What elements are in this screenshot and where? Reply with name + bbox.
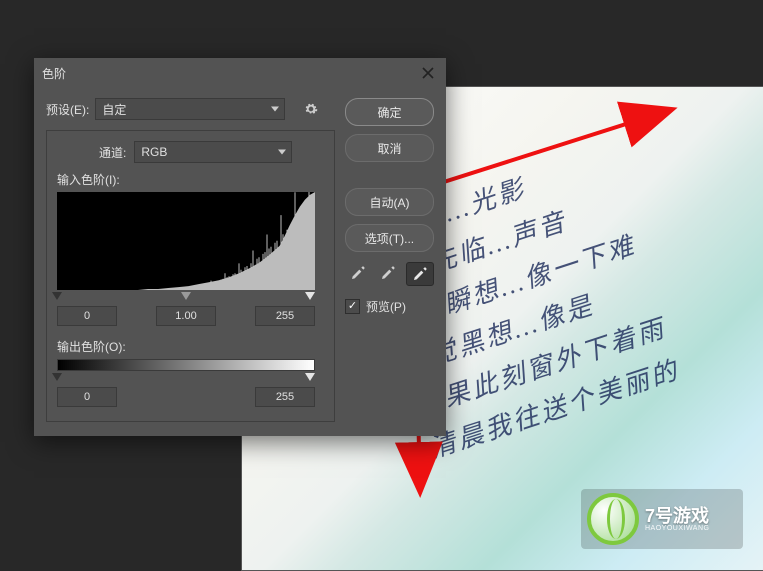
levels-dialog: 色阶 预设(E): 自定 通道: RGB	[34, 58, 446, 436]
black-point-eyedropper[interactable]	[345, 262, 371, 284]
input-black-field[interactable]: 0	[57, 306, 117, 326]
chevron-down-icon	[271, 107, 279, 112]
histogram	[57, 192, 315, 290]
output-white-field[interactable]: 255	[255, 387, 315, 407]
chevron-down-icon	[278, 150, 286, 155]
auto-button[interactable]: 自动(A)	[345, 188, 434, 216]
input-gamma-field[interactable]: 1.00	[156, 306, 216, 326]
input-slider-track[interactable]	[57, 292, 315, 302]
input-levels-label: 输入色阶(I):	[57, 171, 324, 188]
input-gamma-handle[interactable]	[181, 292, 191, 300]
preset-select[interactable]: 自定	[95, 98, 285, 120]
input-white-handle[interactable]	[305, 292, 315, 300]
preview-label: 预览(P)	[366, 298, 406, 315]
cancel-button[interactable]: 取消	[345, 134, 434, 162]
globe-icon	[587, 493, 639, 545]
channel-select[interactable]: RGB	[134, 141, 292, 163]
output-white-handle[interactable]	[305, 373, 315, 381]
output-gradient	[57, 359, 315, 371]
channel-label: 通道:	[99, 144, 126, 161]
watermark: 7号游戏 HAOYOUXIWANG	[581, 489, 743, 549]
gray-point-eyedropper[interactable]	[375, 262, 401, 284]
watermark-cn: 7号游戏	[645, 507, 709, 525]
watermark-py: HAOYOUXIWANG	[645, 525, 709, 532]
options-button[interactable]: 选项(T)...	[345, 224, 434, 252]
white-point-eyedropper[interactable]	[406, 262, 434, 286]
ok-button[interactable]: 确定	[345, 98, 434, 126]
output-black-handle[interactable]	[52, 373, 62, 381]
preview-checkbox[interactable]: ✓	[345, 299, 360, 314]
input-black-handle[interactable]	[52, 292, 62, 300]
close-button[interactable]	[418, 63, 438, 83]
dialog-titlebar[interactable]: 色阶	[34, 58, 446, 88]
channel-value: RGB	[141, 145, 167, 159]
preset-label: 预设(E):	[46, 101, 89, 118]
preset-value: 自定	[102, 101, 126, 118]
input-white-field[interactable]: 255	[255, 306, 315, 326]
dialog-title: 色阶	[42, 65, 418, 82]
output-levels-label: 输出色阶(O):	[57, 338, 324, 355]
gear-icon[interactable]	[303, 101, 319, 117]
output-black-field[interactable]: 0	[57, 387, 117, 407]
output-slider-track[interactable]	[57, 373, 315, 383]
